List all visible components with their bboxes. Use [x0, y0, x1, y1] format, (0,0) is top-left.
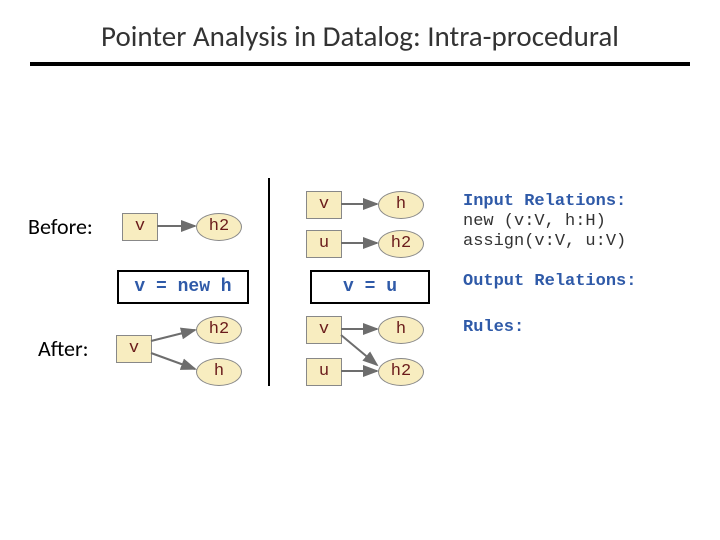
- label-before: Before:: [28, 213, 93, 240]
- node-h2-before-c1: h2: [196, 213, 242, 241]
- stmt-box-c1: v = new h: [117, 270, 249, 304]
- slide-title: Pointer Analysis in Datalog: Intra-proce…: [30, 18, 690, 54]
- legend-input-line1: new (v:V, h:H): [463, 212, 606, 231]
- node-v-before-c2: v: [306, 191, 342, 219]
- node-h2-after-c2: h2: [378, 358, 424, 386]
- title-underline: [30, 62, 690, 66]
- label-after: After:: [38, 335, 89, 362]
- node-v-after-c2: v: [306, 316, 342, 344]
- legend-input-title: Input Relations:: [463, 192, 626, 211]
- node-h-after-c2: h: [378, 316, 424, 344]
- legend-input-line2: assign(v:V, u:V): [463, 232, 626, 251]
- node-h2-after-c1: h2: [196, 316, 242, 344]
- column-divider: [268, 178, 270, 386]
- node-u-after-c2: u: [306, 358, 342, 386]
- node-v-after-c1: v: [116, 335, 152, 363]
- stmt-box-c2: v = u: [310, 270, 430, 304]
- legend-rules-title: Rules:: [463, 318, 524, 337]
- node-u-before-c2: u: [306, 230, 342, 258]
- node-v-before-c1: v: [122, 213, 158, 241]
- legend-input: Input Relations: new (v:V, h:H) assign(v…: [463, 192, 626, 252]
- node-h-before-c2: h: [378, 191, 424, 219]
- legend-rules: Rules:: [463, 318, 524, 338]
- legend-output-title: Output Relations:: [463, 272, 636, 291]
- node-h-after-c1: h: [196, 358, 242, 386]
- node-h2-before-c2: h2: [378, 230, 424, 258]
- legend-output: Output Relations:: [463, 272, 636, 292]
